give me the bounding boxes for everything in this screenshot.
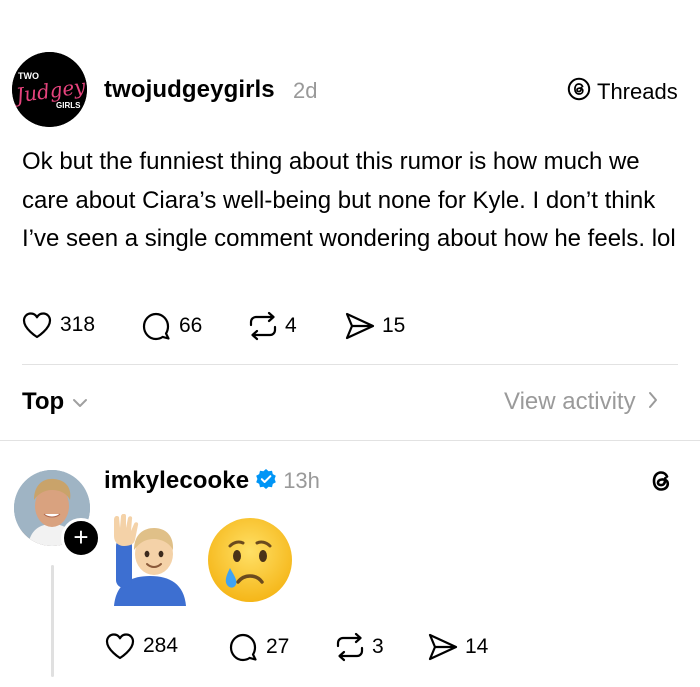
sort-label: Top <box>22 388 65 415</box>
reply-repost-button[interactable]: 3 <box>334 632 384 662</box>
comment-count: 66 <box>179 314 203 337</box>
thread-line <box>51 565 54 677</box>
reply-like-button[interactable]: 284 <box>105 632 178 660</box>
threads-badge[interactable]: Threads <box>567 77 678 107</box>
comment-icon <box>228 632 258 662</box>
twojudgeygirls-logo: TWO Judgey GIRLS <box>12 52 87 127</box>
avatar-twojudgeygirls[interactable]: TWO Judgey GIRLS <box>12 52 87 127</box>
heart-icon <box>22 311 52 339</box>
repost-button[interactable]: 4 <box>247 311 297 341</box>
comment-icon <box>141 311 171 341</box>
like-count: 318 <box>60 313 96 336</box>
share-button[interactable]: 15 <box>344 311 405 341</box>
chevron-down-icon <box>72 388 88 416</box>
reply-repost-count: 3 <box>372 635 384 658</box>
heart-icon <box>105 632 135 660</box>
send-icon <box>427 632 459 662</box>
svg-text:TWO: TWO <box>18 71 39 81</box>
post-time: 2d <box>293 78 318 103</box>
verified-badge-icon <box>255 468 277 495</box>
threads-badge-label: Threads <box>597 79 678 104</box>
follow-plus-button[interactable]: + <box>61 518 101 558</box>
share-count: 15 <box>382 314 406 337</box>
comment-button[interactable]: 66 <box>141 311 202 341</box>
svg-text:GIRLS: GIRLS <box>56 101 81 110</box>
reply-username[interactable]: imkylecooke <box>104 467 249 495</box>
reply-comment-count: 27 <box>266 635 290 658</box>
sort-dropdown[interactable]: Top <box>22 388 88 416</box>
repost-icon <box>334 632 366 662</box>
reply-share-button[interactable]: 14 <box>427 632 488 662</box>
threads-icon[interactable] <box>646 466 676 501</box>
reply-time: 13h <box>283 468 320 493</box>
like-button[interactable]: 318 <box>22 311 95 339</box>
send-icon <box>344 311 376 341</box>
repost-icon <box>247 311 279 341</box>
post-body-text: Ok but the funniest thing about this rum… <box>22 148 676 252</box>
divider <box>22 364 678 365</box>
view-activity-label: View activity <box>504 388 636 415</box>
post-username[interactable]: twojudgeygirls <box>104 76 275 104</box>
crying-face-emoji <box>206 516 294 609</box>
threads-icon <box>567 77 591 107</box>
plus-icon: + <box>73 522 89 552</box>
reply-comment-button[interactable]: 27 <box>228 632 289 662</box>
view-activity-link[interactable]: View activity <box>504 388 658 416</box>
repost-count: 4 <box>285 314 297 337</box>
raising-hand-man-emoji <box>108 513 192 611</box>
reply-like-count: 284 <box>143 634 179 657</box>
reply-share-count: 14 <box>465 635 489 658</box>
divider <box>0 440 700 441</box>
chevron-right-icon <box>648 388 658 416</box>
